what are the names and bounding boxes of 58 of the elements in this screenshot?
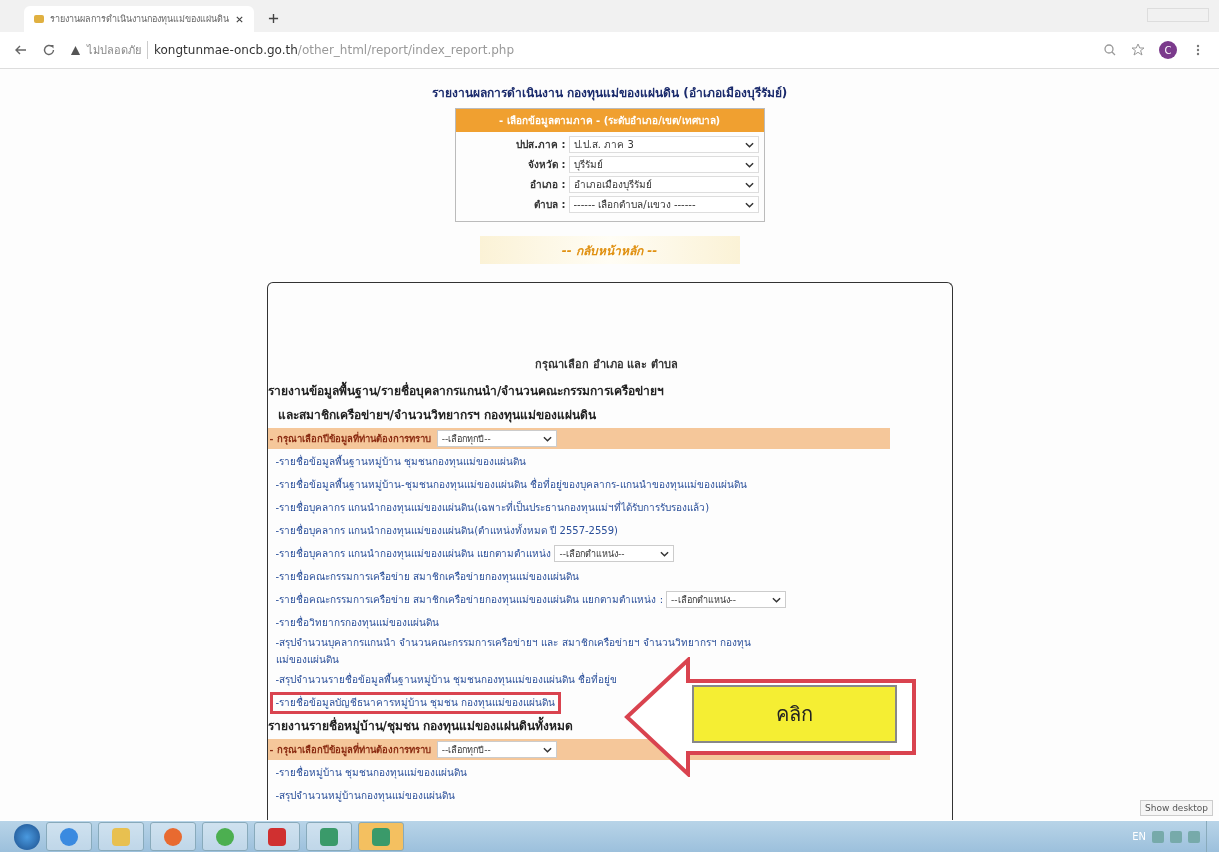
- section-heading: รายงานข้อมูลพื้นฐาน/รายชื่อบุคลากรแกนนำ/จำนวนคณะกรรมการเครือข่ายฯ: [267, 379, 946, 403]
- profile-avatar[interactable]: C: [1159, 41, 1177, 59]
- report-link[interactable]: -รายชื่อคณะกรรมการเครือข่าย สมาชิกเครือข่ายกองทุนแม่ของแผ่นดิน แยกตามตำแหน่ง :: [275, 591, 663, 608]
- report-link[interactable]: -รายชื่อคณะกรรมการเครือข่าย สมาชิกเครือข่ายกองทุนแม่ของแผ่นดิน: [275, 568, 580, 585]
- warning-icon: [70, 44, 81, 56]
- field-label: จังหวัด :: [527, 158, 567, 172]
- show-desktop-tooltip: Show desktop: [1140, 800, 1214, 816]
- report-link[interactable]: -รายชื่อบุคลากร แกนนำกองทุนแม่ของแผ่นดิน(ตำแหน่งทั้งหมด ปี 2557-2559): [275, 522, 618, 539]
- star-icon[interactable]: [1131, 43, 1145, 57]
- report-link[interactable]: -สรุปจำนวนบุคลากรแกนนำ จำนวนคณะกรรมการเครือข่ายฯ และ สมาชิกเครือข่ายฯ จำนวนวิทยากรฯ กองทุนแม่ของแผ่นดิน: [275, 634, 756, 668]
- section-heading: และสมาชิกเครือข่ายฯ/จำนวนวิทยากรฯ กองทุนแม่ของแผ่นดิน: [276, 407, 598, 425]
- year-filter-label: - กรุณาเลือกปีข้อมูลที่ท่านต้องการทราบ: [269, 431, 431, 446]
- report-link[interactable]: -รายชื่อข้อมูลพื้นฐานหมู่บ้าน ชุมชนกองทุนแม่ของแผ่นดิน: [275, 453, 527, 470]
- dropdown[interactable]: อำเภอเมืองบุรีรัมย์: [568, 176, 759, 193]
- dropdown[interactable]: --เลือกทุกปี--: [436, 430, 557, 447]
- start-button[interactable]: [14, 823, 40, 850]
- year-filter-label: - กรุณาเลือกปีข้อมูลที่ท่านต้องการทราบ: [269, 742, 431, 757]
- caret-icon: [772, 596, 781, 603]
- dropdown[interactable]: --เลือกทุกปี--: [436, 741, 557, 758]
- security-label: ไม่ปลอดภัย: [87, 41, 148, 59]
- back-arrow-icon[interactable]: [14, 43, 28, 57]
- reload-icon[interactable]: [42, 43, 56, 57]
- report-link[interactable]: -สรุปจำนวนรายชื่อข้อมูลพื้นฐานหมู่บ้าน ชุมชนกองทุนแม่ของแผ่นดิน ชื่อที่อยู่ข: [275, 671, 618, 688]
- new-tab-icon[interactable]: [268, 13, 279, 24]
- report-link[interactable]: -รายชื่อข้อมูลบัญชีธนาคารหมู่บ้าน ชุมชน กองทุนแม่ของแผ่นดิน: [269, 691, 562, 714]
- report-link[interactable]: -รายชื่อบุคลากร แกนนำกองทุนแม่ของแผ่นดิน แยกตามตำแหน่ง: [275, 545, 552, 562]
- report-link[interactable]: -สรุปจำนวนหมู่บ้านกองทุนแม่ของแผ่นดิน: [275, 787, 456, 804]
- dropdown[interactable]: --เลือกตำแหน่ง--: [554, 545, 675, 562]
- panel-header: - เลือกข้อมูลตามภาค - (ระดับอำเภอ/เขต/เทศบาล): [455, 109, 764, 132]
- caret-icon: [744, 141, 754, 148]
- report-link[interactable]: -รายชื่อบุคลากร แกนนำกองทุนแม่ของแผ่นดิน(เฉพาะที่เป็นประธานกองทุนแม่ฯที่ได้รับการรับรองแล้ว): [275, 499, 710, 516]
- report-link[interactable]: -รายชื่อวิทยากรกองทุนแม่ของแผ่นดิน: [275, 614, 440, 631]
- dropdown[interactable]: --เลือกตำแหน่ง--: [666, 591, 786, 608]
- report-link[interactable]: -รายชื่อข้อมูลพื้นฐานหมู่บ้าน-ชุมชนกองทุนแม่ของแผ่นดิน ชื่อที่อยู่ของบุคลากร-แกนนำของทุนแม่ของแผ่นดิน: [275, 476, 747, 493]
- dropdown[interactable]: บุรีรัมย์: [568, 156, 759, 173]
- caret-icon: [744, 161, 754, 168]
- address-bar[interactable]: ไม่ปลอดภัย kongtunmae-oncb.go.th/other_html/report/index_report.php: [70, 37, 1089, 63]
- caret-icon: [542, 746, 552, 753]
- caret-icon: [744, 181, 754, 188]
- field-label: อำเภอ :: [529, 178, 567, 192]
- page-title: รายงานผลการดำเนินงาน กองทุนแม่ของแผ่นดิน (อำเภอเมืองบุรีรัมย์): [431, 85, 788, 102]
- tray-icon[interactable]: [1170, 830, 1182, 843]
- browser-tab[interactable]: รายงานผลการดำเนินงานกองทุนแม่ของแผ่นดิน: [24, 6, 254, 32]
- close-icon[interactable]: [235, 14, 244, 24]
- caret-icon: [744, 201, 754, 208]
- caret-icon: [660, 550, 670, 557]
- tab-favicon-icon: [34, 15, 44, 23]
- caret-icon: [542, 435, 552, 442]
- tray-icon[interactable]: [1152, 830, 1164, 843]
- zoom-icon[interactable]: [1103, 43, 1117, 57]
- field-label: ตำบล :: [533, 198, 567, 212]
- dropdown[interactable]: ป.ป.ส. ภาค 3: [568, 136, 759, 153]
- tray-icon[interactable]: [1188, 830, 1200, 843]
- selection-prompt: กรุณาเลือก อำเภอ และ ตำบล: [533, 357, 680, 373]
- report-link[interactable]: -รายชื่อหมู่บ้าน ชุมชนกองทุนแม่ของแผ่นดิน: [275, 764, 468, 781]
- dropdown[interactable]: ------ เลือกตำบล/แขวง ------: [568, 196, 759, 213]
- url-text: kongtunmae-oncb.go.th/other_html/report/index_report.php: [154, 43, 515, 57]
- field-label: ปปส.ภาค :: [515, 138, 567, 152]
